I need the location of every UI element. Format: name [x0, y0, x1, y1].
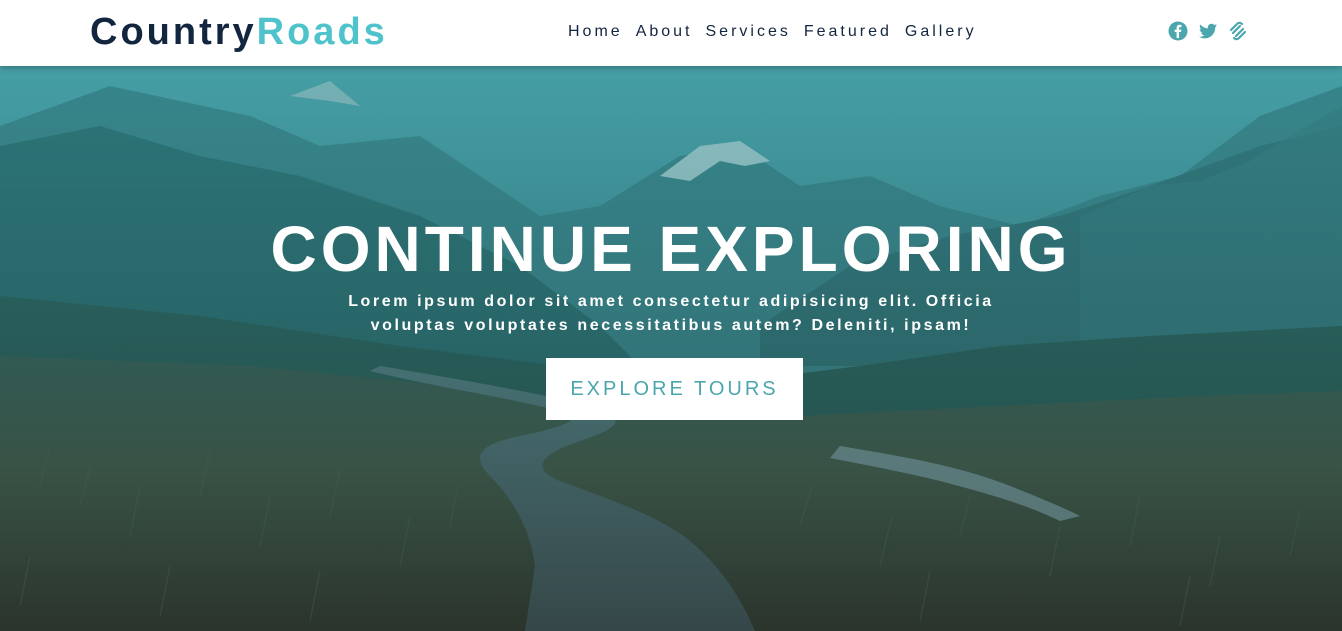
explore-tours-button[interactable]: EXPLORE TOURS: [546, 358, 803, 420]
squarespace-icon[interactable]: [1228, 21, 1248, 41]
nav-link-home[interactable]: Home: [568, 22, 623, 42]
hero-subtitle-line2: voluptas voluptates necessitatibus autem…: [370, 317, 972, 334]
navbar: CountryRoads Home About Services Feature…: [0, 0, 1342, 66]
brand-name-part1: Country: [90, 11, 257, 53]
hero-background-image: [0, 66, 1342, 631]
nav-link-about[interactable]: About: [636, 22, 693, 42]
hero-title: CONTINUE EXPLORING: [270, 213, 1072, 285]
nav-link-featured[interactable]: Featured: [804, 22, 892, 42]
hero-subtitle: Lorem ipsum dolor sit amet consectetur a…: [321, 290, 1021, 338]
nav-link-services[interactable]: Services: [706, 22, 791, 42]
hero-subtitle-line1: Lorem ipsum dolor sit amet consectetur a…: [348, 293, 994, 310]
twitter-icon[interactable]: [1198, 21, 1218, 41]
brand-name-part2: Roads: [256, 11, 388, 53]
nav-link-gallery[interactable]: Gallery: [905, 22, 977, 42]
hero-section: CONTINUE EXPLORING Lorem ipsum dolor sit…: [0, 66, 1342, 631]
social-links: [1168, 21, 1248, 41]
main-nav: Home About Services Featured Gallery: [568, 22, 977, 42]
brand-logo[interactable]: CountryRoads: [90, 9, 388, 55]
facebook-icon[interactable]: [1168, 21, 1188, 41]
